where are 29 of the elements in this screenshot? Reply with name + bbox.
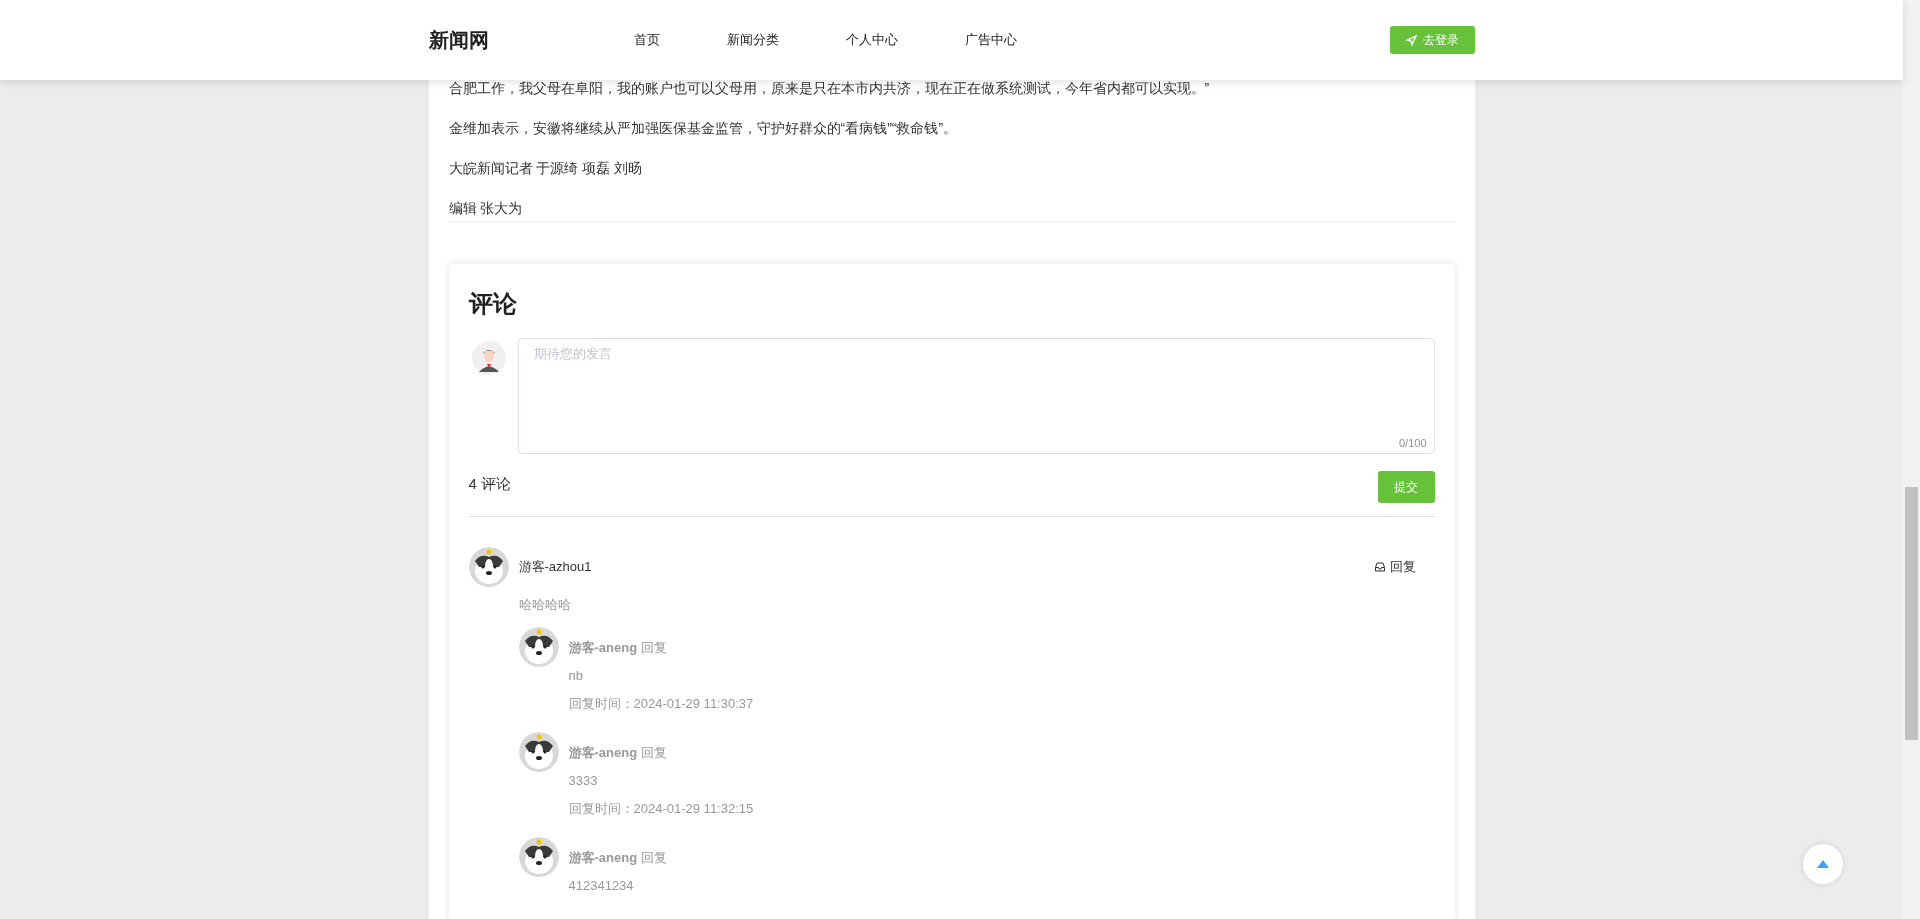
nav-link[interactable]: 新闻分类 xyxy=(726,30,779,50)
inbox-icon xyxy=(1373,561,1386,573)
back-to-top-button[interactable] xyxy=(1803,844,1843,884)
reply-text: 3333 xyxy=(568,771,599,790)
article-paragraph: 大皖新闻记者 于源绮 项磊 刘旸 xyxy=(448,159,644,178)
article-paragraph: 编辑 张大为 xyxy=(448,199,524,218)
article-paragraph: 合肥工作，我父母在阜阳，我的账户也可以父母用，原来是只在本市内共济，现在正在做系统测试，今年省内都可以实现。” xyxy=(448,79,1211,98)
send-icon xyxy=(1405,34,1417,46)
reply-button[interactable]: 回复 xyxy=(1373,557,1416,577)
caret-up-icon xyxy=(1817,860,1829,868)
comment-text: 哈哈哈哈 xyxy=(518,596,572,614)
reply-text: 412341234 xyxy=(568,876,635,895)
comment-count: 4 评论 xyxy=(468,474,511,494)
reply-time: 回复时间：2024-01-29 11:30:37 xyxy=(568,694,754,713)
user-avatar-icon xyxy=(471,341,506,375)
nav-link[interactable]: 个人中心 xyxy=(845,30,898,50)
nav-link[interactable]: 广告中心 xyxy=(964,30,1017,50)
scrollbar[interactable] xyxy=(1903,0,1920,919)
reply-time: 回复时间：2024-01-29 11:32:15 xyxy=(568,799,754,818)
site-logo[interactable]: 新闻网 xyxy=(428,25,634,55)
nav-link[interactable]: 首页 xyxy=(633,30,660,50)
reply-text: nb xyxy=(568,666,584,685)
character-counter: 0/100 xyxy=(1398,435,1427,451)
article-paragraph: 金维加表示，安徽将继续从严加强医保基金监管，守护好群众的“看病钱”“救命钱”。 xyxy=(448,119,959,138)
reply-header: 游客-aneng 回复 xyxy=(568,638,668,657)
comments-title: 评论 xyxy=(468,289,518,319)
reply-header: 游客-aneng 回复 xyxy=(568,743,668,762)
comment-author: 游客-azhou1 xyxy=(518,558,592,577)
reply-header: 游客-aneng 回复 xyxy=(568,848,667,867)
